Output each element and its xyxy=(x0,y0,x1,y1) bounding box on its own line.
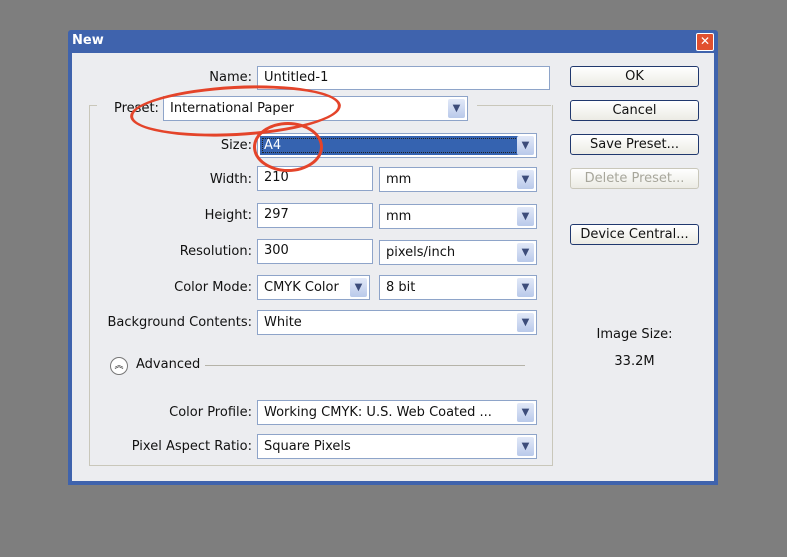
color-profile-select[interactable]: Working CMYK: U.S. Web Coated ... ▼ xyxy=(257,400,537,425)
new-document-dialog: New ✕ Name: Untitled-1 Preset: Internati… xyxy=(68,30,718,485)
chevron-down-icon: ▼ xyxy=(517,278,534,297)
width-label: Width: xyxy=(209,172,252,187)
size-label: Size: xyxy=(220,138,252,153)
chevron-down-icon: ▼ xyxy=(350,278,367,297)
save-preset-button[interactable]: Save Preset... xyxy=(570,134,699,155)
divider xyxy=(205,365,525,366)
chevron-down-icon: ▼ xyxy=(517,313,534,332)
group-border xyxy=(89,105,97,106)
color-profile-value: Working CMYK: U.S. Web Coated ... xyxy=(264,405,492,420)
bit-depth-select[interactable]: 8 bit ▼ xyxy=(379,275,537,300)
chevron-down-icon: ▼ xyxy=(517,403,534,422)
pixel-aspect-label: Pixel Aspect Ratio: xyxy=(131,439,252,454)
width-unit-select[interactable]: mm ▼ xyxy=(379,167,537,192)
resolution-label: Resolution: xyxy=(179,244,252,259)
color-mode-label: Color Mode: xyxy=(174,280,252,295)
background-value: White xyxy=(264,315,302,330)
preset-select[interactable]: International Paper ▼ xyxy=(163,96,468,121)
color-mode-value: CMYK Color xyxy=(264,280,339,295)
preset-label: Preset: xyxy=(112,101,161,116)
bit-depth-value: 8 bit xyxy=(386,280,416,295)
image-size-label: Image Size: xyxy=(596,327,673,342)
size-value: A4 xyxy=(260,136,520,155)
dialog-body: Name: Untitled-1 Preset: International P… xyxy=(72,53,714,481)
chevron-down-icon: ▼ xyxy=(448,99,465,118)
height-input[interactable]: 297 xyxy=(257,203,373,228)
close-icon[interactable]: ✕ xyxy=(696,33,714,51)
chevron-down-icon: ▼ xyxy=(517,136,534,155)
chevron-down-icon: ▼ xyxy=(517,170,534,189)
background-select[interactable]: White ▼ xyxy=(257,310,537,335)
width-input[interactable]: 210 xyxy=(257,166,373,191)
resolution-unit-select[interactable]: pixels/inch ▼ xyxy=(379,240,537,265)
name-input[interactable]: Untitled-1 xyxy=(257,66,550,90)
color-profile-label: Color Profile: xyxy=(169,405,252,420)
background-label: Background Contents: xyxy=(107,315,252,330)
image-size-value: 33.2M xyxy=(614,354,655,369)
chevron-down-icon: ▼ xyxy=(517,243,534,262)
device-central-button[interactable]: Device Central... xyxy=(570,224,699,245)
height-unit-select[interactable]: mm ▼ xyxy=(379,204,537,229)
chevron-down-icon: ▼ xyxy=(517,207,534,226)
resolution-unit: pixels/inch xyxy=(386,245,456,260)
collapse-advanced-icon[interactable]: ︽ xyxy=(110,357,128,375)
chevron-down-icon: ▼ xyxy=(517,437,534,456)
cancel-button[interactable]: Cancel xyxy=(570,100,699,121)
advanced-label: Advanced xyxy=(136,357,201,372)
name-label: Name: xyxy=(209,70,252,85)
preset-value: International Paper xyxy=(170,101,294,116)
color-mode-select[interactable]: CMYK Color ▼ xyxy=(257,275,370,300)
resolution-input[interactable]: 300 xyxy=(257,239,373,264)
group-border xyxy=(477,105,551,106)
pixel-aspect-select[interactable]: Square Pixels ▼ xyxy=(257,434,537,459)
dialog-title: New xyxy=(72,33,104,48)
width-unit: mm xyxy=(386,172,412,187)
pixel-aspect-value: Square Pixels xyxy=(264,439,351,454)
delete-preset-button: Delete Preset... xyxy=(570,168,699,189)
size-select[interactable]: A4 ▼ xyxy=(257,133,537,158)
height-unit: mm xyxy=(386,209,412,224)
height-label: Height: xyxy=(204,208,252,223)
ok-button[interactable]: OK xyxy=(570,66,699,87)
